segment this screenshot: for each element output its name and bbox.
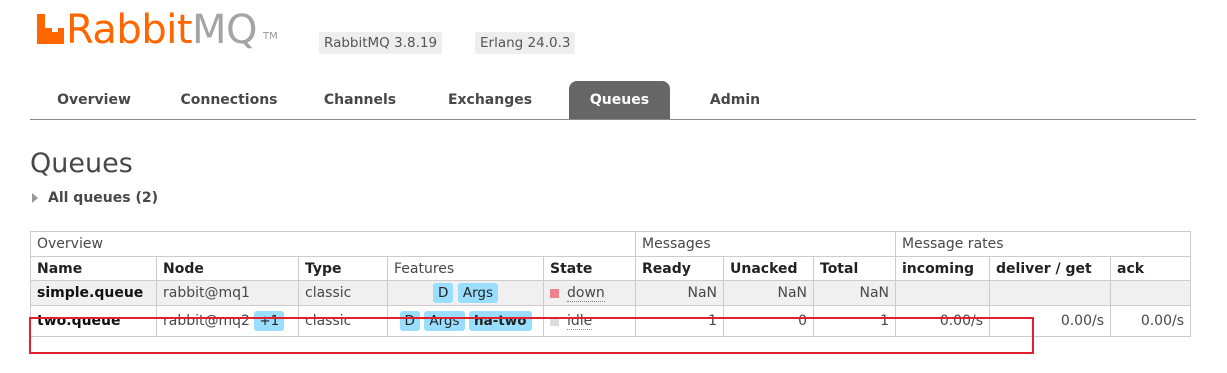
tab-queues[interactable]: Queues	[569, 81, 670, 119]
col-state[interactable]: State	[543, 256, 636, 281]
col-node[interactable]: Node	[156, 256, 299, 281]
all-queues-toggle[interactable]: All queues (2)	[32, 190, 158, 206]
node-mirror-badge: +1	[254, 311, 285, 331]
rate-ack	[1110, 280, 1191, 306]
state-down-icon	[550, 288, 559, 298]
rate-incoming: 0.00/s	[895, 305, 990, 337]
tab-overview[interactable]: Overview	[39, 81, 149, 119]
queue-name-link[interactable]: two.queue	[30, 305, 157, 337]
feature-durable-badge: D	[432, 283, 454, 303]
rate-deliver-get	[989, 280, 1111, 306]
erlang-version: Erlang 24.0.3	[475, 32, 576, 54]
msg-ready: NaN	[635, 280, 724, 306]
queue-node: rabbit@mq1	[156, 280, 299, 306]
queue-name-link[interactable]: simple.queue	[30, 280, 157, 306]
feature-durable-badge: D	[399, 311, 420, 331]
col-ack[interactable]: ack	[1110, 256, 1191, 281]
state-label: down	[567, 285, 605, 302]
msg-total: NaN	[813, 280, 896, 306]
msg-unacked: 0	[723, 305, 814, 337]
msg-unacked: NaN	[723, 280, 814, 306]
rate-deliver-get: 0.00/s	[989, 305, 1111, 337]
rate-incoming	[895, 280, 990, 306]
queue-features: D Args ha-two	[387, 305, 544, 337]
queue-type: classic	[298, 305, 388, 337]
col-unacked[interactable]: Unacked	[723, 256, 814, 281]
col-type[interactable]: Type	[298, 256, 388, 281]
col-incoming[interactable]: incoming	[895, 256, 990, 281]
col-name[interactable]: Name	[30, 256, 157, 281]
table-row[interactable]: simple.queue rabbit@mq1 classic D Args d…	[30, 280, 1191, 306]
tab-exchanges[interactable]: Exchanges	[435, 81, 545, 119]
group-overview: Overview	[30, 231, 636, 257]
col-deliver-get[interactable]: deliver / get	[989, 256, 1111, 281]
logo-tm: TM	[263, 31, 278, 42]
rabbitmq-version: RabbitMQ 3.8.19	[319, 32, 443, 54]
state-label: idle	[567, 313, 593, 330]
rate-ack: 0.00/s	[1110, 305, 1191, 337]
queue-state: down	[543, 280, 636, 306]
msg-ready: 1	[635, 305, 724, 337]
tab-connections[interactable]: Connections	[170, 81, 288, 119]
queue-features: D Args	[387, 280, 544, 306]
rabbitmq-logo-icon	[37, 14, 64, 44]
policy-badge[interactable]: ha-two	[468, 311, 532, 331]
col-total[interactable]: Total	[813, 256, 896, 281]
logo-text: RabbitMQ	[66, 7, 258, 53]
queue-state: idle	[543, 305, 636, 337]
tab-admin[interactable]: Admin	[685, 81, 785, 119]
rabbitmq-logo: RabbitMQ TM	[37, 6, 278, 50]
col-features: Features	[387, 256, 544, 281]
expand-triangle-icon	[32, 193, 38, 203]
table-row[interactable]: two.queue rabbit@mq2 +1 classic D Args h…	[30, 305, 1191, 337]
feature-args-badge[interactable]: Args	[457, 283, 498, 303]
queues-table: Overview Messages Message rates Name Nod…	[30, 231, 1191, 337]
queue-node: rabbit@mq2 +1	[156, 305, 299, 337]
group-message-rates: Message rates	[895, 231, 1191, 257]
group-messages: Messages	[635, 231, 896, 257]
main-nav: Overview Connections Channels Exchanges …	[30, 81, 1196, 120]
page-title: Queues	[30, 148, 133, 179]
state-idle-icon	[550, 316, 559, 326]
feature-args-badge[interactable]: Args	[424, 311, 465, 331]
queue-type: classic	[298, 280, 388, 306]
queue-node-label: rabbit@mq2	[163, 313, 250, 329]
msg-total: 1	[813, 305, 896, 337]
all-queues-label: All queues (2)	[48, 190, 158, 206]
tab-channels[interactable]: Channels	[315, 81, 405, 119]
col-ready[interactable]: Ready	[635, 256, 724, 281]
